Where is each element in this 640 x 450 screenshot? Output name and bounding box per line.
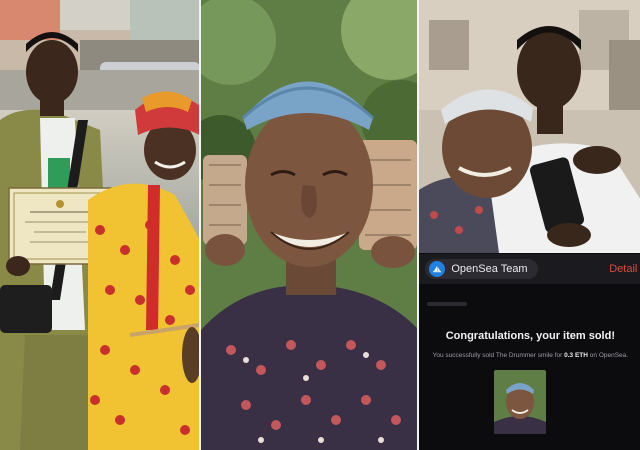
sender-chip[interactable]: OpenSea Team	[425, 259, 538, 279]
faded-separator	[427, 302, 468, 306]
phone-viewing-photo	[419, 0, 640, 253]
sale-price: 0.3 ETH	[564, 352, 588, 359]
grandfather-money-photo-panel	[200, 0, 418, 450]
opensea-logo-icon	[429, 261, 446, 277]
sale-headline: Congratulations, your item sold!	[445, 330, 615, 342]
sale-message-suffix: on OpenSea.	[589, 352, 629, 359]
sold-item-thumbnail[interactable]	[494, 370, 547, 434]
graduation-photo	[0, 0, 199, 450]
sale-message: You successfully sold The Drummer smile …	[419, 352, 640, 359]
cash-bundle-left	[202, 155, 247, 245]
graduation-photo-panel	[0, 0, 199, 450]
notification-header: OpenSea Team Detail	[419, 254, 640, 284]
details-link[interactable]: Detail	[609, 263, 637, 275]
opensea-screenshot-panel: OpenSea Team Detail Congratulations, you…	[419, 0, 640, 450]
sender-name: OpenSea Team	[451, 263, 528, 275]
sale-message-prefix: You successfully sold The Drummer smile …	[432, 352, 563, 359]
grandfather-money-photo	[200, 0, 418, 450]
photo-collage: OpenSea Team Detail Congratulations, you…	[0, 0, 640, 450]
